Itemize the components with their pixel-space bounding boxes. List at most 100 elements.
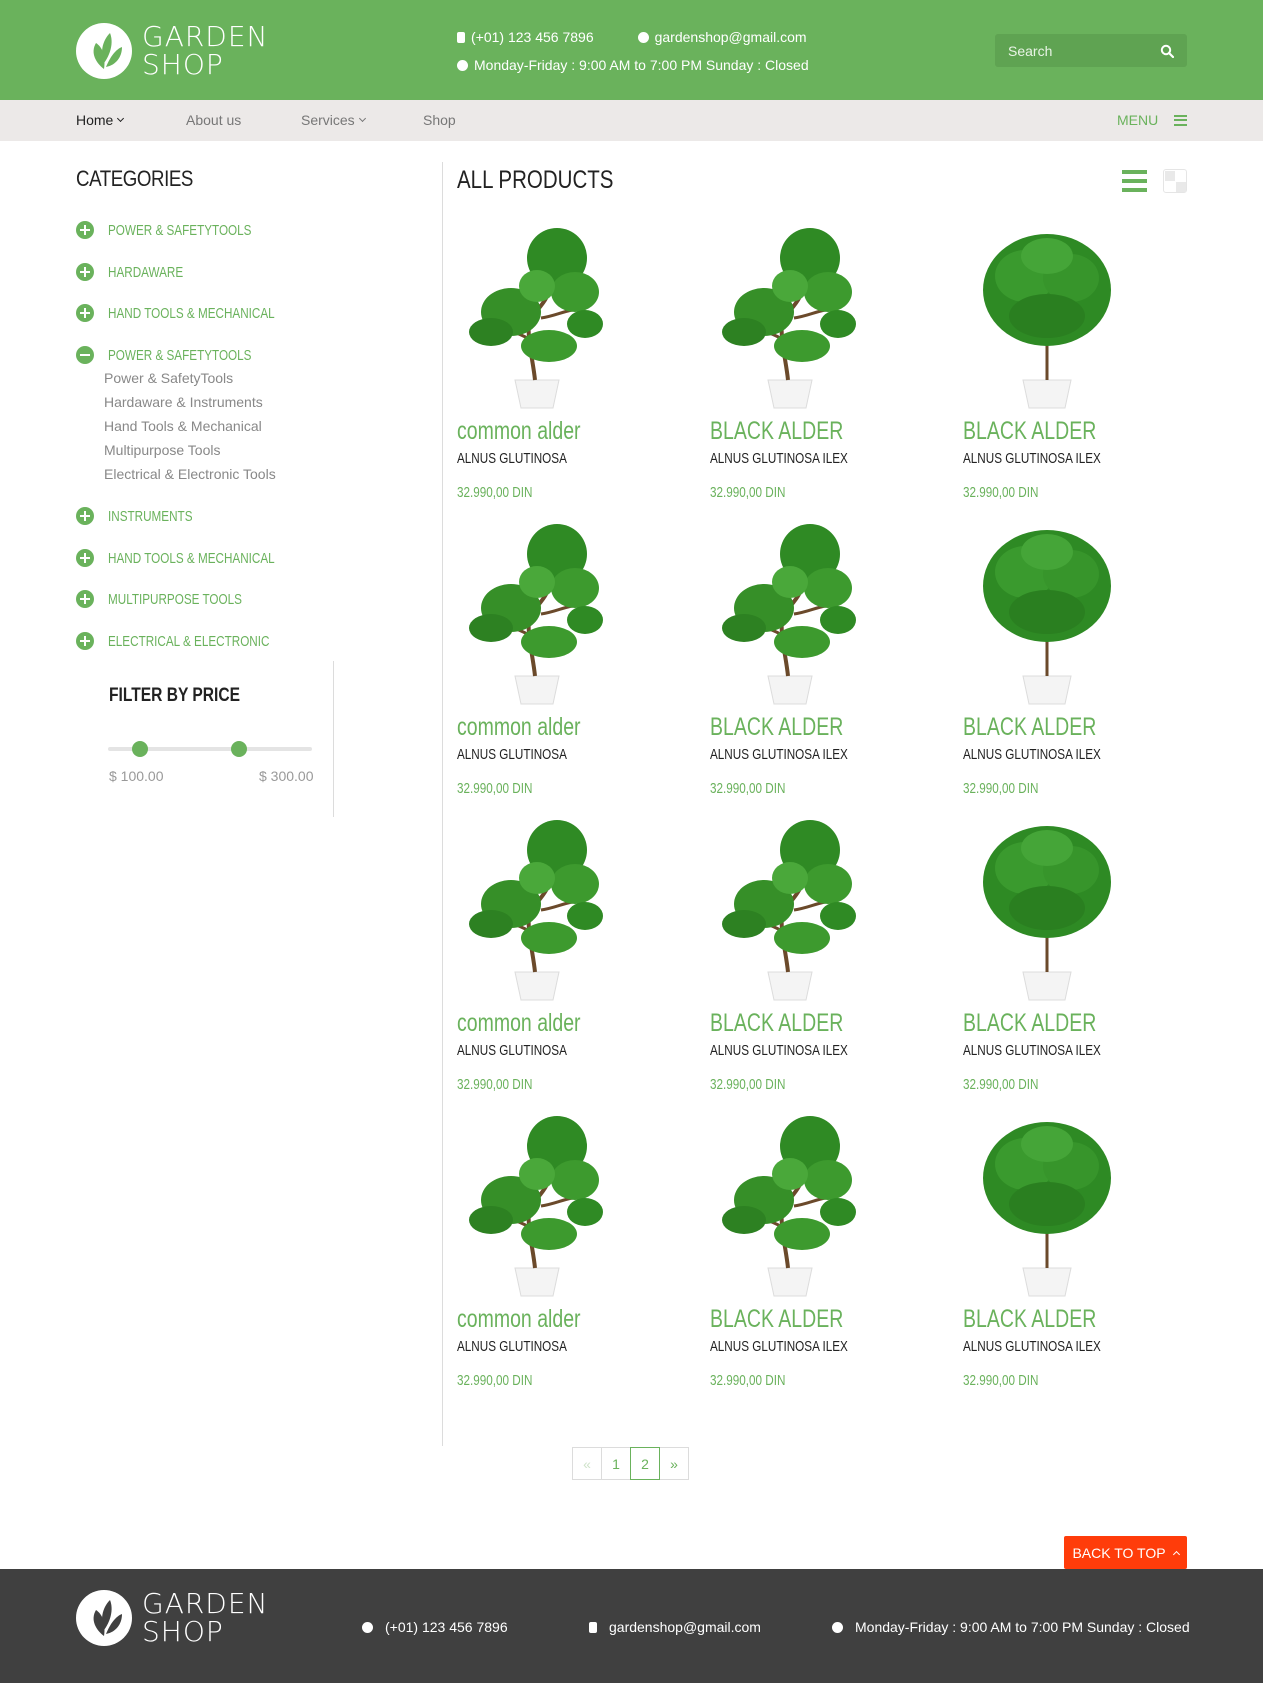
category-item[interactable]: MULTIPURPOSE TOOLS	[76, 590, 280, 608]
header-bar: GARDEN SHOP (+01) 123 456 7896 gardensho…	[0, 0, 1263, 100]
product-latin-name: ALNUS GLUTINOSA ILEX	[710, 1042, 848, 1059]
product-latin-name: ALNUS GLUTINOSA ILEX	[963, 1042, 1101, 1059]
plus-circle-icon	[76, 632, 94, 650]
product-card[interactable]: common alder ALNUS GLUTINOSA 32.990,00 DIN	[457, 516, 697, 806]
product-name[interactable]: BLACK ALDER	[963, 1305, 1096, 1334]
footer-email[interactable]: gardenshop@gmail.com	[589, 1619, 761, 1635]
product-card[interactable]: BLACK ALDER ALNUS GLUTINOSA ILEX 32.990,00…	[710, 1108, 950, 1398]
clock-icon	[832, 1621, 843, 1633]
product-latin-name: ALNUS GLUTINOSA ILEX	[710, 450, 848, 467]
category-item[interactable]: POWER & SAFETYTOOLS	[76, 221, 292, 239]
product-image[interactable]	[710, 1108, 870, 1298]
nav-item-services[interactable]: Services	[301, 112, 366, 128]
footer-logo-line1: GARDEN	[142, 1587, 269, 1620]
product-name[interactable]: BLACK ALDER	[963, 713, 1096, 742]
price-slider-min-handle[interactable]	[132, 741, 148, 757]
product-image[interactable]	[457, 1108, 617, 1298]
product-card[interactable]: BLACK ALDER ALNUS GLUTINOSA ILEX 32.990,00…	[963, 1108, 1203, 1398]
header-email[interactable]: gardenshop@gmail.com	[637, 29, 807, 45]
content-divider	[442, 162, 443, 1446]
plus-circle-icon	[76, 221, 94, 239]
category-label: POWER & SAFETYTOOLS	[108, 346, 252, 364]
category-label: MULTIPURPOSE TOOLS	[108, 590, 242, 608]
pagination-page-1[interactable]: 1	[601, 1447, 631, 1480]
product-image[interactable]	[710, 516, 870, 706]
product-card[interactable]: common alder ALNUS GLUTINOSA 32.990,00 DIN	[457, 1108, 697, 1398]
product-name[interactable]: BLACK ALDER	[963, 1009, 1096, 1038]
search-icon[interactable]	[1160, 44, 1175, 58]
phone-circle-icon	[362, 1621, 373, 1633]
product-card[interactable]: BLACK ALDER ALNUS GLUTINOSA ILEX 32.990,00…	[963, 812, 1203, 1102]
chevron-down-icon	[358, 114, 366, 123]
site-logo[interactable]: GARDEN SHOP	[76, 21, 269, 81]
category-item-expanded[interactable]: POWER & SAFETYTOOLS	[76, 346, 292, 364]
list-view-icon[interactable]	[1122, 170, 1147, 192]
subcategory-link[interactable]: Multipurpose Tools	[104, 442, 220, 458]
pagination-next[interactable]: »	[659, 1447, 689, 1480]
phone-icon	[457, 31, 465, 43]
product-latin-name: ALNUS GLUTINOSA ILEX	[963, 450, 1101, 467]
category-item[interactable]: INSTRUMENTS	[76, 507, 216, 525]
subcategory-link[interactable]: Hardaware & Instruments	[104, 394, 263, 410]
nav-label: Home	[76, 112, 114, 128]
product-image[interactable]	[457, 516, 617, 706]
category-item[interactable]: ELECTRICAL & ELECTRONIC	[76, 632, 315, 650]
category-label: HARDAWARE	[108, 263, 184, 281]
search-input[interactable]	[1008, 42, 1158, 59]
footer-logo[interactable]: GARDEN SHOP	[76, 1590, 269, 1646]
product-card[interactable]: BLACK ALDER ALNUS GLUTINOSA ILEX 32.990,00…	[963, 516, 1203, 806]
product-card[interactable]: common alder ALNUS GLUTINOSA 32.990,00 DIN	[457, 812, 697, 1102]
product-image[interactable]	[963, 516, 1123, 706]
product-price: 32.990,00 DIN	[963, 1076, 1039, 1093]
logo-line2: SHOP	[142, 48, 224, 81]
product-image[interactable]	[457, 812, 617, 1002]
email-icon	[637, 31, 649, 43]
product-latin-name: ALNUS GLUTINOSA	[457, 1042, 567, 1059]
subcategory-link[interactable]: Hand Tools & Mechanical	[104, 418, 262, 434]
product-card[interactable]: BLACK ALDER ALNUS GLUTINOSA ILEX 32.990,00…	[710, 516, 950, 806]
categories-title: CATEGORIES	[76, 166, 193, 191]
product-card[interactable]: common alder ALNUS GLUTINOSA 32.990,00 DIN	[457, 220, 697, 510]
category-label: INSTRUMENTS	[108, 507, 193, 525]
product-name[interactable]: common alder	[457, 417, 581, 446]
pagination-prev[interactable]: «	[572, 1447, 602, 1480]
chevron-up-icon	[1172, 1550, 1180, 1558]
product-price: 32.990,00 DIN	[963, 484, 1039, 501]
nav-item-home[interactable]: Home	[76, 112, 125, 128]
product-name[interactable]: BLACK ALDER	[963, 417, 1096, 446]
subcategory-link[interactable]: Power & SafetyTools	[104, 370, 233, 386]
header-hours: Monday-Friday : 9:00 AM to 7:00 PM Sunda…	[457, 57, 809, 73]
menu-button[interactable]: MENU	[1117, 112, 1188, 128]
product-image[interactable]	[963, 1108, 1123, 1298]
product-name[interactable]: BLACK ALDER	[710, 713, 843, 742]
nav-item-shop[interactable]: Shop	[423, 112, 456, 128]
product-image[interactable]	[963, 812, 1123, 1002]
product-image[interactable]	[457, 220, 617, 410]
product-image[interactable]	[710, 220, 870, 410]
product-name[interactable]: BLACK ALDER	[710, 1009, 843, 1038]
product-card[interactable]: BLACK ALDER ALNUS GLUTINOSA ILEX 32.990,00…	[963, 220, 1203, 510]
product-card[interactable]: BLACK ALDER ALNUS GLUTINOSA ILEX 32.990,00…	[710, 220, 950, 510]
product-name[interactable]: common alder	[457, 1305, 581, 1334]
subcategory-link[interactable]: Electrical & Electronic Tools	[104, 466, 276, 482]
header-hours-text: Monday-Friday : 9:00 AM to 7:00 PM Sunda…	[474, 57, 809, 73]
nav-item-about[interactable]: About us	[186, 112, 241, 128]
category-item[interactable]: HAND TOOLS & MECHANICAL	[76, 549, 322, 567]
product-name[interactable]: common alder	[457, 1009, 581, 1038]
product-card[interactable]: BLACK ALDER ALNUS GLUTINOSA ILEX 32.990,00…	[710, 812, 950, 1102]
grid-view-icon[interactable]	[1163, 169, 1187, 193]
category-item[interactable]: HARDAWARE	[76, 263, 204, 281]
pagination-page-2[interactable]: 2	[630, 1447, 660, 1480]
product-image[interactable]	[710, 812, 870, 1002]
price-slider-max-handle[interactable]	[231, 741, 247, 757]
product-image[interactable]	[963, 220, 1123, 410]
back-to-top-button[interactable]: BACK TO TOP	[1064, 1536, 1187, 1569]
category-item[interactable]: HAND TOOLS & MECHANICAL	[76, 304, 322, 322]
product-latin-name: ALNUS GLUTINOSA	[457, 746, 567, 763]
product-name[interactable]: BLACK ALDER	[710, 417, 843, 446]
logo-line1: GARDEN	[142, 20, 269, 53]
product-name[interactable]: BLACK ALDER	[710, 1305, 843, 1334]
product-price: 32.990,00 DIN	[457, 1372, 533, 1389]
product-name[interactable]: common alder	[457, 713, 581, 742]
footer-phone-text: (+01) 123 456 7896	[385, 1619, 508, 1635]
